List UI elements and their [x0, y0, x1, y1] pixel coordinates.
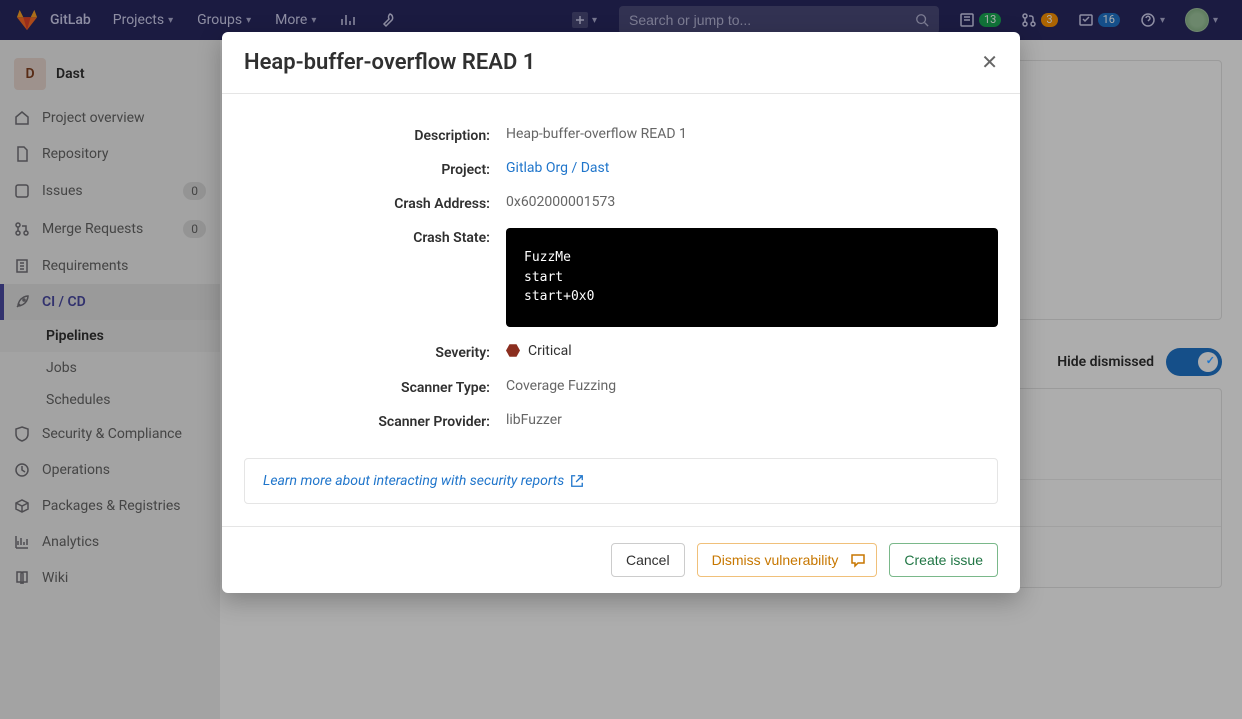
crash-address-label: Crash Address: — [244, 194, 490, 212]
comment-icon — [850, 552, 866, 568]
project-link[interactable]: Gitlab Org / Dast — [506, 160, 609, 176]
modal-footer: Cancel Dismiss vulnerability Create issu… — [222, 526, 1020, 593]
scanner-type-label: Scanner Type: — [244, 378, 490, 396]
close-icon: ✕ — [981, 52, 998, 74]
crash-state-label: Crash State: — [244, 228, 490, 246]
crash-address-value: 0x602000001573 — [506, 194, 998, 210]
dismiss-vulnerability-button[interactable]: Dismiss vulnerability — [697, 543, 854, 577]
vulnerability-modal: Heap-buffer-overflow READ 1 ✕ Descriptio… — [222, 32, 1020, 593]
scanner-provider-value: libFuzzer — [506, 412, 998, 428]
learn-more-panel: Learn more about interacting with securi… — [244, 458, 998, 504]
close-button[interactable]: ✕ — [981, 50, 998, 75]
description-label: Description: — [244, 126, 490, 144]
severity-value: Critical — [528, 343, 572, 359]
crash-state-code: FuzzMe start start+0x0 — [506, 228, 998, 327]
severity-label: Severity: — [244, 343, 490, 361]
scanner-provider-label: Scanner Provider: — [244, 412, 490, 430]
create-issue-button[interactable]: Create issue — [889, 543, 998, 577]
dismiss-comment-button[interactable] — [840, 543, 877, 577]
external-link-icon — [570, 474, 584, 488]
scanner-type-value: Coverage Fuzzing — [506, 378, 998, 394]
modal-header: Heap-buffer-overflow READ 1 ✕ — [222, 32, 1020, 94]
modal-body: Description: Heap-buffer-overflow READ 1… — [222, 94, 1020, 526]
dismiss-button-group: Dismiss vulnerability — [697, 543, 878, 577]
check-icon: ✓ — [1206, 354, 1215, 367]
severity-hexagon-icon — [506, 344, 520, 358]
modal-title: Heap-buffer-overflow READ 1 — [244, 50, 535, 75]
project-label: Project: — [244, 160, 490, 178]
cancel-button[interactable]: Cancel — [611, 543, 685, 577]
description-value: Heap-buffer-overflow READ 1 — [506, 126, 998, 142]
learn-more-link[interactable]: Learn more about interacting with securi… — [263, 473, 584, 489]
